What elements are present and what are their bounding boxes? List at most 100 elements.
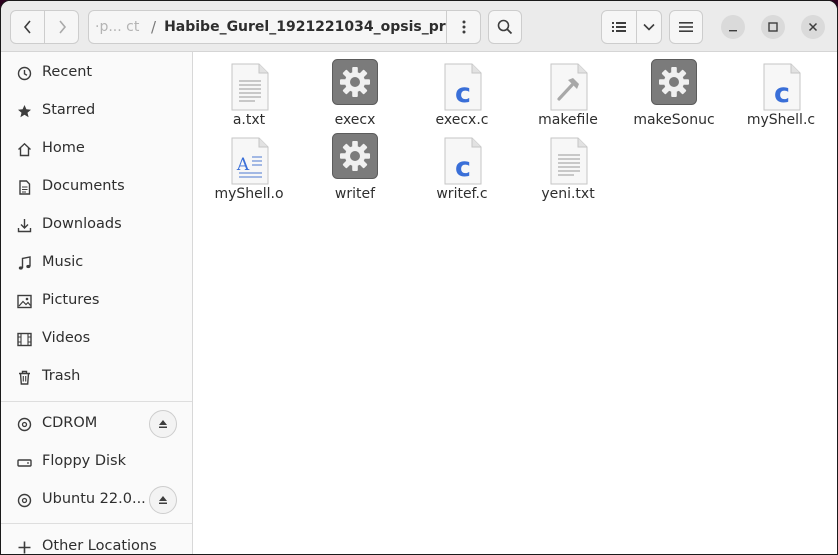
sidebar-item-label: Recent bbox=[42, 64, 93, 80]
folder-menu-button[interactable] bbox=[446, 10, 481, 44]
svg-text:c: c bbox=[455, 152, 471, 183]
close-button[interactable] bbox=[801, 15, 825, 39]
file-name: a.txt bbox=[232, 112, 266, 128]
sidebar-item-label: Ubuntu 22.0... bbox=[42, 491, 146, 507]
file-name: execx bbox=[334, 112, 376, 128]
download-icon bbox=[16, 217, 33, 234]
hamburger-icon bbox=[679, 22, 693, 32]
file-name: writef bbox=[334, 186, 376, 202]
file-manager-window: ·p... ct / Habibe_Gurel_1921221034_opsis… bbox=[0, 0, 838, 555]
chevron-right-icon bbox=[58, 20, 66, 34]
sidebar-item-downloads[interactable]: Downloads bbox=[1, 207, 192, 243]
eject-button[interactable] bbox=[149, 410, 177, 438]
eject-button[interactable] bbox=[149, 486, 177, 514]
file-item[interactable]: makeSonuc bbox=[620, 58, 728, 132]
svg-text:A: A bbox=[236, 155, 250, 175]
maximize-icon bbox=[768, 22, 778, 32]
breadcrumb-current[interactable]: Habibe_Gurel_1921221034_opsis_proj1 bbox=[164, 19, 470, 35]
file-item[interactable]: yeni.txt bbox=[514, 132, 622, 206]
file-item[interactable]: makefile bbox=[514, 58, 622, 132]
music-icon bbox=[16, 255, 33, 272]
sidebar-item-videos[interactable]: Videos bbox=[1, 321, 192, 357]
minimize-button[interactable] bbox=[721, 15, 745, 39]
file-name: execx.c bbox=[435, 112, 489, 128]
file-item[interactable]: a.txt bbox=[195, 58, 303, 132]
view-options-button[interactable] bbox=[636, 10, 662, 44]
navigation-buttons bbox=[10, 10, 80, 44]
executable-gear-icon bbox=[332, 133, 378, 179]
sidebar-item-label: Trash bbox=[42, 368, 81, 384]
svg-text:c: c bbox=[774, 78, 790, 109]
sidebar-item-music[interactable]: Music bbox=[1, 245, 192, 281]
eject-icon bbox=[159, 420, 167, 428]
file-name: myShell.c bbox=[746, 112, 816, 128]
sidebar-item-documents[interactable]: Documents bbox=[1, 169, 192, 205]
disc-icon bbox=[16, 492, 33, 509]
document-icon bbox=[16, 179, 33, 196]
sidebar-item-label: Pictures bbox=[42, 292, 100, 308]
breadcrumb-separator: / bbox=[151, 18, 157, 36]
sidebar-item-ubuntu[interactable]: Ubuntu 22.0... bbox=[1, 482, 192, 518]
sidebar-item-label: Videos bbox=[42, 330, 91, 346]
sidebar-item-pictures[interactable]: Pictures bbox=[1, 283, 192, 319]
c-source-file-icon: c bbox=[763, 63, 801, 111]
header-bar: ·p... ct / Habibe_Gurel_1921221034_opsis… bbox=[1, 1, 837, 52]
file-name: makefile bbox=[538, 112, 598, 128]
file-name: writef.c bbox=[436, 186, 488, 202]
path-bar: ·p... ct / Habibe_Gurel_1921221034_opsis… bbox=[88, 10, 481, 44]
file-item[interactable]: execx bbox=[301, 58, 409, 132]
sidebar-item-label: Home bbox=[42, 140, 85, 156]
picture-icon bbox=[16, 293, 33, 310]
star-icon bbox=[16, 103, 33, 120]
sidebar-item-home[interactable]: Home bbox=[1, 131, 192, 167]
sidebar-item-label: Other Locations bbox=[42, 538, 157, 554]
disc-icon bbox=[16, 416, 33, 433]
vertical-ellipsis-icon bbox=[462, 20, 465, 34]
close-icon bbox=[808, 22, 818, 32]
plus-icon bbox=[16, 539, 33, 554]
sidebar-item-floppy-disk[interactable]: Floppy Disk bbox=[1, 444, 192, 480]
sidebar-item-cdrom[interactable]: CDROM bbox=[1, 406, 192, 442]
main-menu-button[interactable] bbox=[669, 10, 703, 44]
sidebar-item-label: Music bbox=[42, 254, 84, 270]
list-view-icon bbox=[612, 22, 626, 32]
sidebar-item-label: Documents bbox=[42, 178, 125, 194]
sidebar-item-other-locations[interactable]: Other Locations bbox=[1, 529, 192, 554]
search-icon bbox=[497, 19, 513, 35]
text-file-icon bbox=[550, 137, 588, 185]
sidebar-item-starred[interactable]: Starred bbox=[1, 93, 192, 129]
file-item[interactable]: A myShell.o bbox=[195, 132, 303, 206]
sidebar-separator bbox=[1, 401, 192, 402]
file-item[interactable]: c myShell.c bbox=[727, 58, 835, 132]
back-button[interactable] bbox=[10, 10, 45, 44]
maximize-button[interactable] bbox=[761, 15, 785, 39]
sidebar-item-recent[interactable]: Recent bbox=[1, 55, 192, 91]
forward-button[interactable] bbox=[44, 10, 79, 44]
search-button[interactable] bbox=[488, 10, 522, 44]
file-name: yeni.txt bbox=[541, 186, 595, 202]
chevron-down-icon bbox=[643, 23, 655, 31]
drive-icon bbox=[16, 454, 33, 471]
sidebar-item-label: Floppy Disk bbox=[42, 453, 126, 469]
sidebar: Recent Starred Home Documents Downloads … bbox=[1, 52, 193, 554]
eject-icon bbox=[159, 496, 167, 504]
c-source-file-icon: c bbox=[444, 137, 482, 185]
trash-icon bbox=[16, 369, 33, 386]
home-icon bbox=[16, 141, 33, 158]
file-item[interactable]: c writef.c bbox=[408, 132, 516, 206]
executable-gear-icon bbox=[651, 59, 697, 105]
sidebar-separator bbox=[1, 523, 192, 524]
file-name: makeSonuc bbox=[633, 112, 715, 128]
file-item[interactable]: c execx.c bbox=[408, 58, 516, 132]
file-grid: a.txt execx c execx.c makefile makeSonuc… bbox=[193, 52, 837, 554]
sidebar-item-trash[interactable]: Trash bbox=[1, 359, 192, 395]
sidebar-item-label: Downloads bbox=[42, 216, 122, 232]
file-item[interactable]: writef bbox=[301, 132, 409, 206]
list-view-button[interactable] bbox=[601, 10, 637, 44]
chevron-left-icon bbox=[23, 20, 31, 34]
minimize-icon bbox=[729, 30, 737, 32]
c-source-file-icon: c bbox=[444, 63, 482, 111]
file-name: myShell.o bbox=[214, 186, 284, 202]
text-file-icon bbox=[231, 63, 269, 111]
breadcrumb-parent[interactable]: ·p... ct bbox=[95, 19, 147, 35]
